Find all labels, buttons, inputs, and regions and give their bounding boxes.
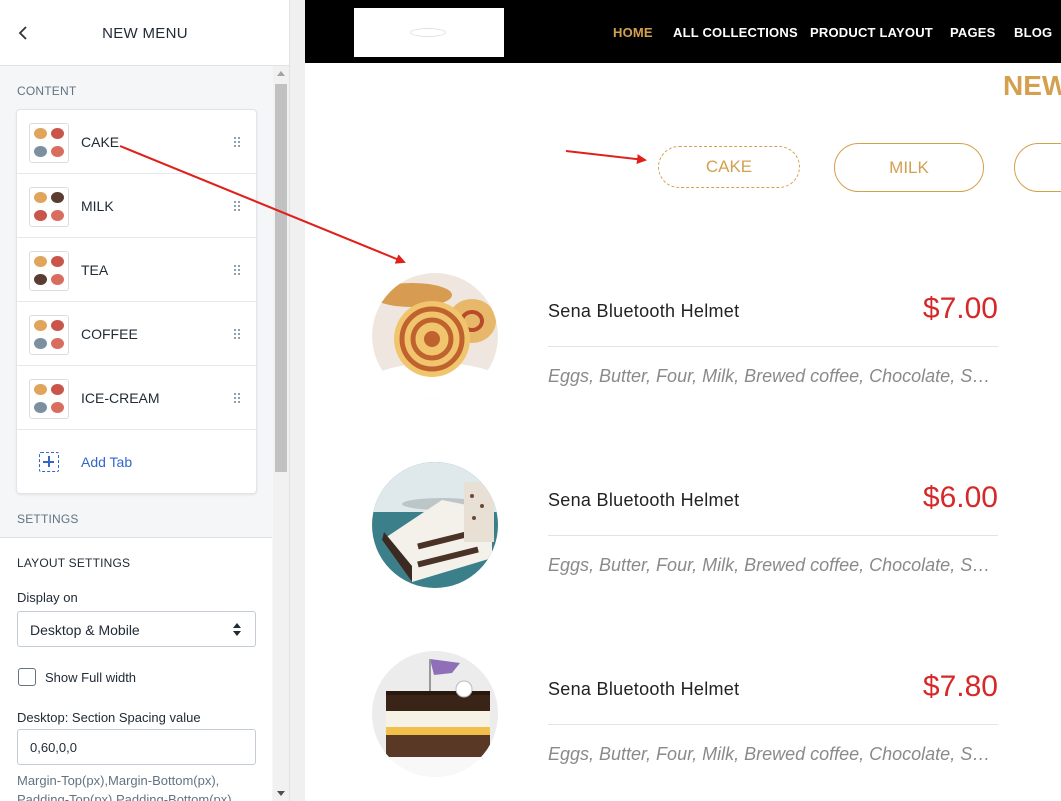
scroll-up-arrow-icon[interactable] <box>277 71 285 76</box>
select-caret-icon <box>233 623 241 628</box>
tab-block-coffee[interactable]: COFFEE <box>17 302 256 366</box>
category-tab-next[interactable] <box>1014 143 1061 192</box>
content-section-label: CONTENT <box>17 84 77 98</box>
nav-home[interactable]: HOME <box>613 25 653 40</box>
display-on-value: Desktop & Mobile <box>30 622 140 638</box>
sidebar-scroll-area: CONTENT CAKE MILK TEA COFFEE ICE-CREAM A… <box>0 66 272 801</box>
drag-handle-icon[interactable] <box>234 137 242 149</box>
item-image-layer-cake[interactable] <box>372 651 498 777</box>
item-divider <box>548 535 998 536</box>
settings-panel: LAYOUT SETTINGS Display on Desktop & Mob… <box>0 537 272 801</box>
tab-label: MILK <box>81 198 114 214</box>
settings-section-label: SETTINGS <box>17 512 79 526</box>
scroll-down-arrow-icon[interactable] <box>277 791 285 796</box>
show-full-width-label[interactable]: Show Full width <box>45 670 136 685</box>
sidebar-title: NEW MENU <box>102 25 188 42</box>
tab-label: ICE-CREAM <box>81 390 160 406</box>
item-image-tiramisu[interactable] <box>372 462 498 588</box>
layout-settings-heading: LAYOUT SETTINGS <box>17 556 131 570</box>
tab-label: CAKE <box>81 134 120 150</box>
spacing-input[interactable] <box>17 729 256 765</box>
sidebar-header: NEW MENU <box>0 0 289 66</box>
nav-product-layout[interactable]: PRODUCT LAYOUT <box>810 25 933 40</box>
category-tab-cake[interactable]: CAKE <box>658 146 800 188</box>
drag-handle-icon[interactable] <box>234 201 242 213</box>
drag-handle-icon[interactable] <box>234 265 242 277</box>
show-full-width-checkbox[interactable] <box>18 668 36 686</box>
tab-block-cake[interactable]: CAKE <box>17 110 256 174</box>
tab-thumbnail-image <box>29 123 69 163</box>
item-description: Eggs, Butter, Four, Milk, Brewed coffee,… <box>548 555 998 575</box>
display-on-select[interactable]: Desktop & Mobile <box>17 611 256 647</box>
add-tab-button[interactable]: Add Tab <box>17 430 256 494</box>
select-caret-icon <box>233 631 241 636</box>
item-name[interactable]: Sena Bluetooth Helmet <box>548 301 739 322</box>
drag-handle-icon[interactable] <box>234 329 242 341</box>
tab-label: TEA <box>81 262 109 278</box>
tab-thumbnail-image <box>29 251 69 291</box>
header-bar: HOME ALL COLLECTIONS PRODUCT LAYOUT PAGE… <box>305 0 1061 63</box>
item-price: $7.80 <box>922 670 998 703</box>
drag-handle-icon[interactable] <box>234 393 242 405</box>
item-description: Eggs, Butter, Four, Milk, Brewed coffee,… <box>548 744 998 764</box>
tab-list-card: CAKE MILK TEA COFFEE ICE-CREAM Add Tab <box>16 109 257 494</box>
tab-block-milk[interactable]: MILK <box>17 174 256 238</box>
add-block-icon <box>39 452 59 472</box>
logo-mark-icon <box>410 28 446 37</box>
menu-item[interactable]: Sena Bluetooth Helmet $7.00 Eggs, Butter… <box>372 273 998 399</box>
section-heading: NEW <box>1003 70 1061 101</box>
tab-thumbnail-image <box>29 187 69 227</box>
spacing-label: Desktop: Section Spacing value <box>17 710 201 725</box>
tab-label: COFFEE <box>81 326 138 342</box>
nav-pages[interactable]: PAGES <box>950 25 996 40</box>
item-price: $6.00 <box>922 481 998 514</box>
category-tab-milk[interactable]: MILK <box>834 143 984 192</box>
item-name[interactable]: Sena Bluetooth Helmet <box>548 679 739 700</box>
menu-item[interactable]: Sena Bluetooth Helmet $7.80 Eggs, Butter… <box>372 651 998 777</box>
scrollbar-thumb[interactable] <box>275 84 287 472</box>
tab-block-ice-cream[interactable]: ICE-CREAM <box>17 366 256 430</box>
add-tab-label: Add Tab <box>81 454 133 470</box>
nav-blog[interactable]: BLOG <box>1014 25 1052 40</box>
store-logo[interactable] <box>354 8 504 57</box>
theme-editor-sidebar: NEW MENU CONTENT CAKE MILK TEA COFFEE IC… <box>0 0 290 801</box>
item-name[interactable]: Sena Bluetooth Helmet <box>548 490 739 511</box>
storefront-preview: HOME ALL COLLECTIONS PRODUCT LAYOUT PAGE… <box>305 0 1061 801</box>
nav-all-collections[interactable]: ALL COLLECTIONS <box>673 25 798 40</box>
item-divider <box>548 724 998 725</box>
tab-block-tea[interactable]: TEA <box>17 238 256 302</box>
item-divider <box>548 346 998 347</box>
item-price: $7.00 <box>922 292 998 325</box>
sidebar-scrollbar[interactable] <box>273 66 289 801</box>
item-image-cake-roll[interactable] <box>372 273 498 399</box>
display-on-label: Display on <box>17 590 78 605</box>
tab-thumbnail-image <box>29 379 69 419</box>
spacing-help-text: Margin-Top(px),Margin-Bottom(px), Paddin… <box>17 773 232 801</box>
menu-item[interactable]: Sena Bluetooth Helmet $6.00 Eggs, Butter… <box>372 462 998 588</box>
item-description: Eggs, Butter, Four, Milk, Brewed coffee,… <box>548 366 998 386</box>
tab-thumbnail-image <box>29 315 69 355</box>
